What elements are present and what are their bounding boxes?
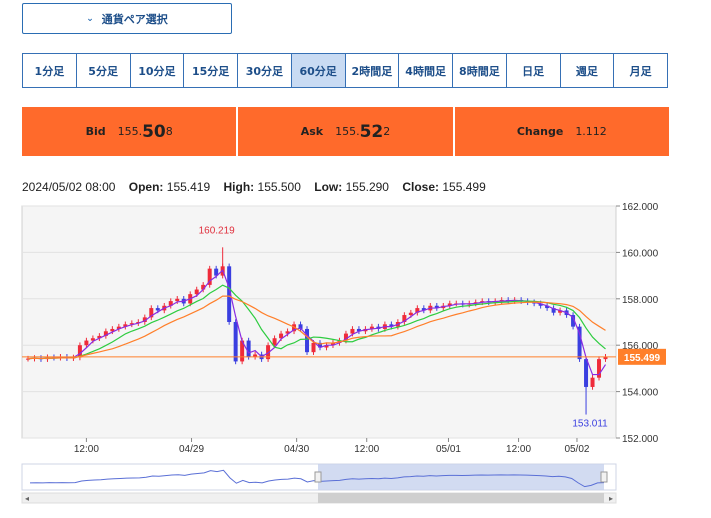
high-value: 155.500: [257, 180, 301, 194]
timeframe-tab[interactable]: 30分足: [238, 54, 292, 87]
scrollbar-thumb[interactable]: [318, 493, 604, 503]
x-tick-label: 12:00: [506, 444, 531, 455]
timeframe-tab[interactable]: 8時間足: [453, 54, 507, 87]
quote-bar: Bid 155. 50 8 Ask 155. 52 2 Change 1.112: [22, 107, 669, 156]
ask-quote: Ask 155. 52 2: [238, 107, 455, 156]
timeframe-tab[interactable]: 5分足: [76, 54, 131, 87]
ohlc-datetime: 2024/05/02 08:00: [22, 180, 116, 194]
y-tick-label: 158.000: [622, 295, 659, 306]
price-chart[interactable]: 162.000160.000158.000156.000154.000152.0…: [0, 196, 711, 518]
ask-label: Ask: [300, 125, 324, 138]
bid-label: Bid: [85, 125, 106, 138]
y-tick-label: 154.000: [622, 388, 659, 399]
timeframe-tab[interactable]: 日足: [506, 54, 561, 87]
candle-body: [305, 328, 310, 353]
open-label: Open:: [128, 180, 164, 194]
candle-body: [350, 328, 355, 334]
candle-body: [233, 322, 238, 362]
chevron-down-icon: ⌄: [86, 13, 94, 24]
high-label: High:: [223, 180, 255, 194]
candle-body: [272, 338, 277, 346]
candle-body: [175, 298, 180, 302]
x-tick-label: 05/02: [564, 444, 589, 455]
y-tick-label: 162.000: [622, 202, 659, 213]
candle-body: [584, 359, 589, 387]
scroll-left-arrow-icon[interactable]: ◂: [25, 494, 29, 503]
timeframe-tab[interactable]: 2時間足: [345, 54, 400, 87]
timeframe-tab[interactable]: 10分足: [130, 54, 185, 87]
x-tick-label: 04/30: [284, 444, 309, 455]
bid-small: 8: [165, 125, 173, 138]
currency-pair-select-label: 通貨ペア選択: [101, 12, 168, 26]
close-label: Close:: [402, 180, 440, 194]
timeframe-tab[interactable]: 15分足: [184, 54, 238, 87]
low-value: 155.290: [345, 180, 389, 194]
close-value: 155.499: [442, 180, 486, 194]
ask-small: 2: [383, 125, 391, 138]
change-quote: Change 1.112: [455, 107, 669, 156]
candle-body: [155, 308, 160, 311]
timeframe-tab[interactable]: 月足: [614, 54, 667, 87]
navigator-handle-left[interactable]: [314, 471, 322, 483]
low-annotation: 153.011: [572, 419, 608, 430]
y-tick-label: 152.000: [622, 434, 659, 445]
candle-body: [246, 340, 251, 357]
currency-pair-select-button[interactable]: ⌄ 通貨ペア選択: [22, 3, 232, 34]
plot-area: [21, 205, 617, 439]
x-tick-label: 12:00: [354, 444, 379, 455]
timeframe-tabs: 1分足 5分足 10分足 15分足 30分足 60分足 2時間足 4時間足 8時間足 日足 週足 月足: [22, 53, 668, 88]
x-tick-label: 12:00: [74, 444, 99, 455]
x-tick-label: 04/29: [179, 444, 204, 455]
bid-big: 50: [142, 121, 166, 142]
open-value: 155.419: [166, 180, 211, 194]
bid-prefix: 155.: [117, 125, 143, 138]
timeframe-tab[interactable]: 4時間足: [399, 54, 453, 87]
x-tick-label: 05/01: [436, 444, 461, 455]
ask-prefix: 155.: [335, 125, 360, 138]
change-value: 1.112: [575, 125, 607, 138]
timeframe-tab[interactable]: 週足: [560, 54, 615, 87]
y-tick-label: 160.000: [622, 248, 659, 259]
last-price-label: 155.499: [624, 353, 661, 364]
ohlc-readout: 2024/05/02 08:00 Open: 155.419 High: 155…: [22, 180, 486, 194]
candle-body: [84, 340, 89, 346]
high-annotation: 160.219: [199, 225, 236, 236]
navigator-handle-right[interactable]: [600, 471, 608, 483]
scroll-right-arrow-icon[interactable]: ▸: [609, 494, 613, 503]
bid-quote: Bid 155. 50 8: [22, 107, 239, 156]
low-label: Low:: [314, 180, 343, 194]
candle-body: [194, 289, 199, 295]
candle-body: [311, 342, 316, 353]
candle-body: [590, 377, 595, 387]
ask-big: 52: [359, 121, 384, 142]
change-label: Change: [516, 125, 564, 138]
timeframe-tab[interactable]: 60分足: [291, 54, 346, 87]
timeframe-tab[interactable]: 1分足: [23, 54, 77, 87]
candle-body: [408, 312, 413, 316]
